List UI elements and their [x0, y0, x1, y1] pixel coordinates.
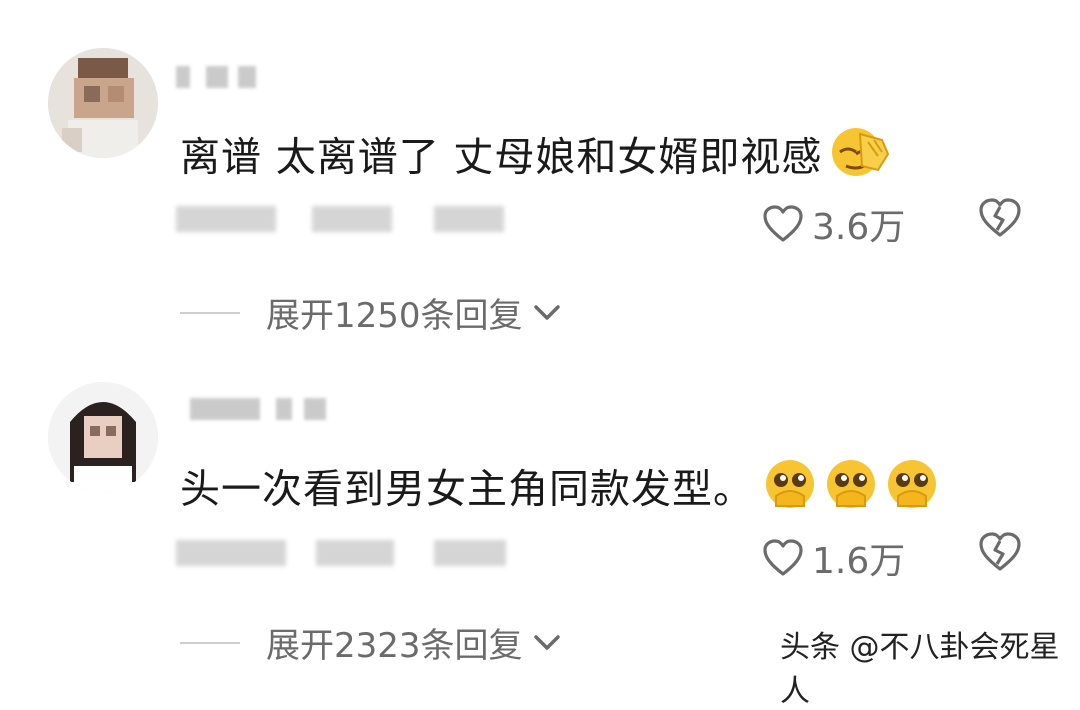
heart-icon — [763, 205, 803, 242]
avatar[interactable] — [48, 48, 158, 158]
pleading-hands-emoji-icon — [758, 456, 948, 527]
like-count: 3.6万 — [812, 207, 906, 248]
avatar-image — [48, 382, 158, 492]
broken-heart-icon — [979, 198, 1021, 237]
watermark: 头条 @不八卦会死星人 — [780, 630, 1060, 709]
like-button[interactable]: 1.6万 — [762, 532, 905, 584]
divider-line — [180, 311, 240, 314]
divider-line — [180, 641, 240, 644]
avatar-image — [48, 48, 158, 158]
facepalm-emoji-icon — [826, 124, 892, 195]
username-blurred[interactable] — [176, 60, 336, 92]
chevron-down-icon — [533, 304, 560, 320]
expand-replies-button[interactable]: 展开1250条回复 — [180, 288, 561, 337]
like-count: 1.6万 — [812, 541, 906, 582]
dislike-button[interactable] — [978, 198, 1022, 242]
broken-heart-icon — [979, 532, 1021, 571]
comment-text: 头一次看到男女主角同款发型。 — [180, 456, 948, 527]
like-button[interactable]: 3.6万 — [762, 198, 905, 250]
timestamp-location-blurred — [176, 532, 516, 572]
expand-replies-label: 展开1250条回复 — [266, 296, 523, 336]
username-blurred[interactable] — [176, 392, 336, 424]
heart-icon — [763, 539, 803, 576]
timestamp-location-blurred — [176, 198, 516, 238]
chevron-down-icon — [533, 634, 560, 650]
comment-text-content: 头一次看到男女主角同款发型。 — [180, 466, 754, 513]
comment-text: 离谱 太离谱了 丈母娘和女婿即视感 — [180, 124, 892, 195]
expand-replies-button[interactable]: 展开2323条回复 — [180, 618, 561, 667]
dislike-button[interactable] — [978, 532, 1022, 576]
comment-text-content: 离谱 太离谱了 丈母娘和女婿即视感 — [180, 134, 823, 181]
expand-replies-label: 展开2323条回复 — [266, 626, 523, 666]
avatar[interactable] — [48, 382, 158, 492]
